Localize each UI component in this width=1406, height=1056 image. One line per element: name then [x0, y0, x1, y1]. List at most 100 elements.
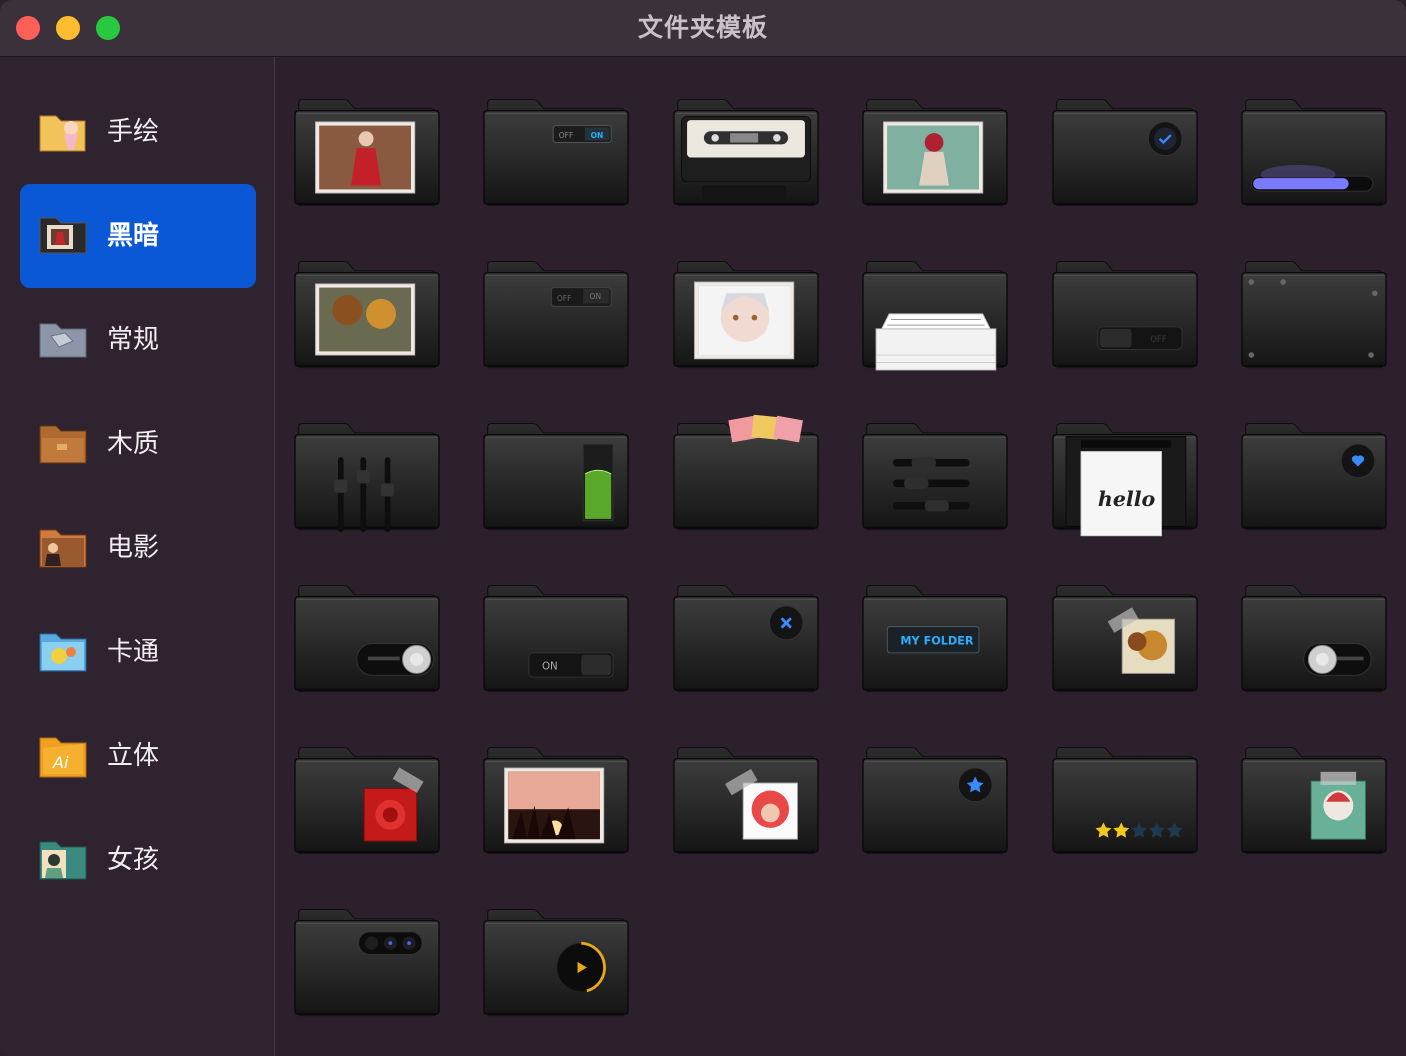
paper-stack-folder-icon	[862, 261, 1008, 371]
folder-template-photo-woman-red-dress[interactable]	[276, 58, 440, 207]
svg-text:Ai: Ai	[52, 753, 69, 772]
equalizer-sliders-folder-icon	[294, 423, 440, 532]
girl-folder-icon	[39, 841, 87, 880]
svg-text:OFF: OFF	[559, 131, 573, 140]
knob-toggle-right-folder-icon	[294, 585, 440, 693]
folder-template-screws[interactable]	[1223, 220, 1387, 369]
folder-template-my-folder-label[interactable]: MY FOLDER	[844, 544, 1008, 693]
svg-text:hello: hello	[1097, 487, 1155, 511]
photo-octopus-girl-folder-icon	[862, 99, 1008, 207]
svg-text:ON: ON	[590, 292, 601, 301]
sticker-red-hair-girl-folder-icon	[673, 747, 819, 855]
sidebar-item-7[interactable]: 女孩	[20, 808, 256, 912]
svg-text:MY FOLDER: MY FOLDER	[901, 634, 975, 647]
svg-text:OFF: OFF	[1150, 334, 1166, 344]
cassette-tape-folder-icon	[673, 99, 819, 207]
toggle-off-folder-icon: OFF	[1051, 261, 1198, 369]
folder-template-knob-toggle-left[interactable]	[1223, 544, 1387, 693]
sticker-green-girl-folder-icon	[1241, 747, 1387, 855]
sidebar-item-label: 黑暗	[107, 221, 160, 251]
template-grid: OFF ON OFF ON OFF hello ON MY FOLDER	[276, 58, 1406, 1056]
play-button-folder-icon	[483, 909, 630, 1017]
star-badge-folder-icon	[862, 747, 1008, 855]
folder-template-printer-hello[interactable]: hello	[1034, 382, 1198, 537]
folder-template-knob-toggle-right[interactable]	[276, 544, 440, 693]
sidebar-item-label: 女孩	[107, 845, 160, 875]
cartoon-folder-icon	[39, 633, 87, 672]
sidebar-item-label: 手绘	[107, 117, 160, 147]
sidebar-item-4[interactable]: 电影	[20, 496, 256, 600]
sticker-teddy-folder-icon	[1051, 585, 1198, 693]
folder-template-switch-off-on[interactable]: OFF ON	[465, 58, 630, 207]
svg-text:ON: ON	[591, 131, 604, 140]
photo-woman-red-dress-folder-icon	[294, 99, 440, 207]
folder-template-green-level[interactable]	[465, 382, 630, 531]
sidebar-item-label: 常规	[107, 325, 160, 355]
red-rose-sticker-folder-icon	[294, 747, 440, 855]
svg-text:ON: ON	[542, 661, 558, 673]
folder-template-photo-octopus-girl[interactable]	[844, 58, 1008, 207]
sidebar: 手绘黑暗常规木质电影卡通 Ai 立体女孩	[0, 57, 275, 1056]
sidebar-item-3[interactable]: 木质	[20, 392, 256, 496]
photo-sunset-grass-folder-icon	[483, 747, 630, 855]
folder-template-horizontal-sliders[interactable]	[844, 382, 1008, 531]
sidebar-item-5[interactable]: 卡通	[20, 600, 256, 704]
folder-template-equalizer-sliders[interactable]	[276, 382, 440, 532]
hand-drawn-folder-icon	[39, 115, 86, 152]
sidebar-item-0[interactable]: 手绘	[20, 80, 256, 184]
sidebar-item-6[interactable]: Ai 立体	[20, 704, 256, 808]
on-toggle-folder-icon: ON	[483, 585, 630, 693]
folder-template-paper-stack[interactable]	[844, 220, 1008, 371]
tickets-folder-icon	[673, 414, 819, 531]
folder-template-star-rating[interactable]	[1034, 706, 1198, 855]
titlebar: 文件夹模板	[0, 0, 1406, 57]
folder-template-toggle-off[interactable]: OFF	[1034, 220, 1198, 369]
folder-template-tickets[interactable]	[655, 382, 819, 531]
star-rating-folder-icon	[1051, 747, 1198, 855]
folder-template-sticker-green-girl[interactable]	[1223, 706, 1387, 855]
folder-template-sticker-teddy[interactable]	[1034, 544, 1198, 693]
photo-white-hair-girl-folder-icon	[673, 261, 819, 369]
printer-hello-folder-icon: hello	[1051, 423, 1198, 537]
folder-template-star-badge[interactable]	[844, 706, 1008, 855]
folder-template-progress-bar[interactable]	[1223, 58, 1387, 207]
folder-template-play-button[interactable]	[465, 868, 630, 1017]
progress-bar-folder-icon	[1241, 99, 1387, 207]
screws-folder-icon	[1241, 261, 1387, 369]
sidebar-item-1[interactable]: 黑暗	[20, 184, 256, 288]
close-badge-folder-icon	[673, 585, 819, 693]
folder-template-three-dots[interactable]	[276, 868, 440, 1017]
sidebar-item-label: 立体	[107, 741, 160, 771]
regular-folder-icon	[39, 323, 87, 358]
green-level-folder-icon	[483, 423, 630, 531]
check-badge-folder-icon	[1051, 99, 1198, 207]
sidebar-item-label: 电影	[107, 533, 160, 563]
folder-template-close-badge[interactable]	[655, 544, 819, 693]
sidebar-item-label: 木质	[107, 429, 160, 459]
3d-ai-folder-icon: Ai	[39, 737, 87, 778]
switch-off-on-dim-folder-icon: OFF ON	[483, 261, 630, 369]
sidebar-item-2[interactable]: 常规	[20, 288, 256, 392]
knob-toggle-left-folder-icon	[1241, 585, 1387, 693]
sidebar-item-label: 卡通	[107, 637, 160, 667]
app-window: 文件夹模板 手绘黑暗常规木质电影卡通 Ai 立体女孩 OFF ON OFF ON OFF he…	[0, 0, 1406, 1056]
wood-folder-icon	[39, 425, 87, 464]
folder-template-red-rose-sticker[interactable]	[276, 706, 440, 855]
folder-template-heart-badge[interactable]	[1223, 382, 1387, 531]
three-dots-folder-icon	[294, 909, 440, 1017]
folder-template-photo-sunset-grass[interactable]	[465, 706, 630, 855]
folder-template-switch-off-on-dim[interactable]: OFF ON	[465, 220, 630, 369]
folder-template-check-badge[interactable]	[1034, 58, 1198, 207]
folder-template-photo-teddy-bears[interactable]	[276, 220, 440, 369]
folder-template-on-toggle[interactable]: ON	[465, 544, 630, 693]
switch-off-on-folder-icon: OFF ON	[483, 99, 630, 207]
svg-text:OFF: OFF	[557, 294, 571, 303]
folder-template-sticker-red-hair-girl[interactable]	[655, 706, 819, 855]
folder-template-photo-white-hair-girl[interactable]	[655, 220, 819, 369]
heart-badge-folder-icon	[1241, 423, 1387, 531]
my-folder-label-folder-icon: MY FOLDER	[862, 585, 1008, 693]
movie-folder-icon	[39, 529, 87, 568]
folder-template-cassette-tape[interactable]	[655, 58, 819, 207]
photo-teddy-bears-folder-icon	[294, 261, 440, 369]
window-title: 文件夹模板	[637, 13, 768, 42]
